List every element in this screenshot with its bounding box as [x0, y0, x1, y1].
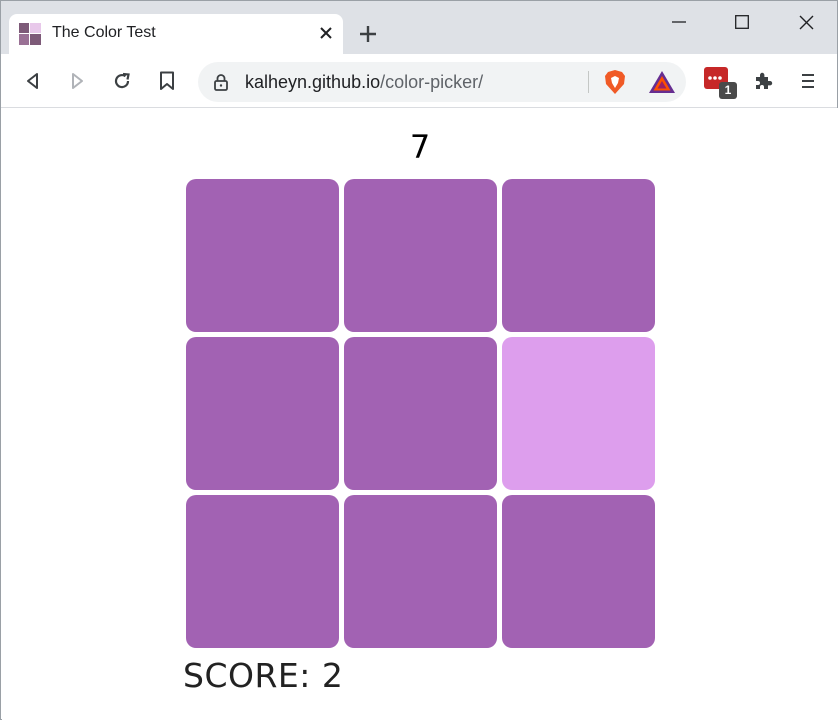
new-tab-button[interactable] [355, 21, 381, 47]
extensions-button[interactable] [749, 67, 777, 95]
browser-toolbar: kalheyn.github.io/color-picker/ 1 [1, 54, 837, 108]
color-tile[interactable] [186, 495, 339, 648]
reload-icon [114, 72, 130, 89]
reload-button[interactable] [108, 67, 136, 95]
url-host: kalheyn.github.io [245, 72, 381, 92]
countdown-timer: 7 [409, 128, 431, 166]
address-bar[interactable]: kalheyn.github.io/color-picker/ [198, 62, 686, 102]
brave-shield-icon[interactable] [602, 69, 628, 95]
plus-icon [360, 26, 376, 42]
menu-icon [802, 74, 814, 88]
maximize-button[interactable] [722, 7, 762, 37]
window-close-icon [799, 15, 813, 29]
page-content: 7 SCORE: 2 [2, 108, 838, 720]
active-tab[interactable]: The Color Test [9, 14, 343, 54]
color-tile[interactable] [186, 337, 339, 490]
lock-icon [214, 74, 228, 91]
omnibox-divider [588, 71, 589, 93]
score-label: SCORE: 2 [183, 656, 344, 695]
bookmark-button[interactable] [153, 67, 181, 95]
color-tile[interactable] [502, 179, 655, 332]
extension-badge: 1 [719, 82, 737, 99]
bookmark-icon [160, 71, 174, 90]
tab-close-button[interactable] [315, 22, 337, 44]
extension-button[interactable]: 1 [704, 67, 740, 101]
color-tile[interactable] [344, 337, 497, 490]
browser-window: The Color Test kalheyn.github.io/color-p… [0, 0, 838, 720]
tab-title: The Color Test [52, 24, 156, 41]
window-close-button[interactable] [786, 7, 826, 37]
brave-rewards-icon[interactable] [648, 70, 676, 94]
back-button[interactable] [19, 67, 47, 95]
minimize-button[interactable] [659, 7, 699, 37]
color-tile[interactable] [186, 179, 339, 332]
color-tile[interactable] [344, 179, 497, 332]
color-tile[interactable] [502, 495, 655, 648]
color-grid [186, 179, 656, 649]
color-test-favicon-icon [19, 23, 41, 45]
url-text: kalheyn.github.io/color-picker/ [245, 72, 483, 93]
back-icon [27, 73, 38, 89]
puzzle-icon [756, 72, 773, 89]
tab-strip: The Color Test [1, 1, 837, 54]
close-icon [320, 27, 332, 39]
minimize-icon [672, 21, 686, 23]
odd-color-tile[interactable] [502, 337, 655, 490]
forward-icon [72, 73, 83, 89]
forward-button[interactable] [63, 67, 91, 95]
maximize-icon [735, 15, 749, 29]
url-path: /color-picker/ [380, 72, 484, 92]
menu-button[interactable] [794, 67, 822, 95]
color-tile[interactable] [344, 495, 497, 648]
